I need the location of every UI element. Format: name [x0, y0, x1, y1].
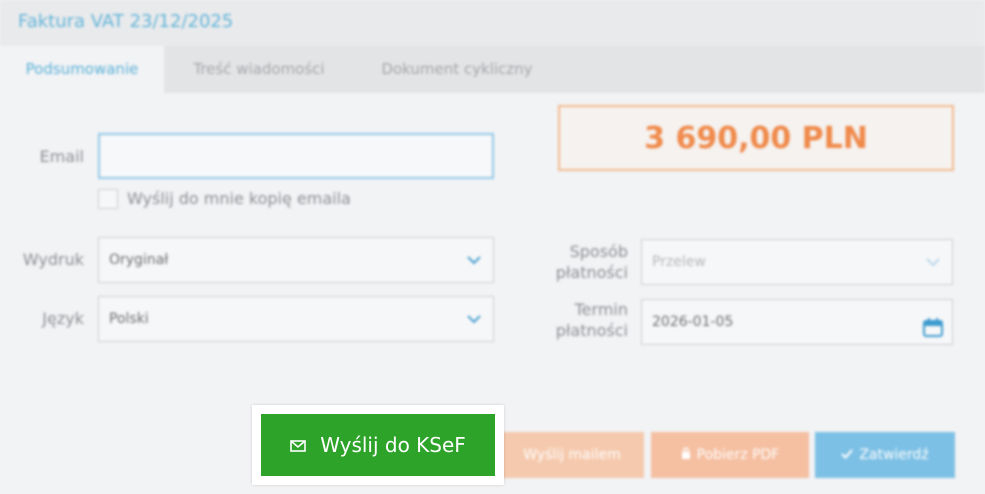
copy-email-checkbox[interactable] [98, 189, 118, 209]
dialog-title: Faktura VAT 23/12/2025 [18, 11, 234, 32]
copy-email-label: Wyślij do mnie kopię emaila [127, 189, 351, 208]
tab-tresc-wiadomosci[interactable]: Treść wiadomości [164, 46, 354, 93]
send-email-button[interactable]: Wyślij mailem [500, 432, 644, 478]
payment-method-label: Sposób płatności [520, 241, 628, 283]
payment-method-value: Przelew [652, 254, 706, 270]
calendar-icon[interactable] [922, 312, 944, 337]
confirm-button[interactable]: Zatwierdź [815, 432, 955, 478]
download-pdf-label: Pobierz PDF [696, 447, 780, 463]
email-label: Email [39, 147, 84, 166]
email-field[interactable] [98, 133, 494, 179]
chevron-down-icon [924, 240, 942, 284]
checkmark-icon [841, 447, 854, 463]
payment-due-label: Termin płatności [520, 299, 628, 341]
payment-method-label-line2: płatności [555, 263, 628, 282]
payment-due-field[interactable]: 2026-01-05 [641, 299, 953, 345]
jezyk-label: Język [42, 309, 84, 328]
payment-method-label-line1: Sposób [569, 242, 628, 261]
title-bar: Faktura VAT 23/12/2025 [0, 0, 985, 46]
jezyk-value: Polski [109, 311, 149, 327]
chevron-down-icon [465, 238, 483, 282]
wydruk-label: Wydruk [22, 250, 84, 269]
tab-dokument-cykliczny[interactable]: Dokument cykliczny [354, 46, 560, 93]
download-pdf-button[interactable]: Pobierz PDF [651, 432, 809, 478]
wydruk-value: Oryginał [109, 252, 169, 268]
confirm-label: Zatwierdź [859, 447, 929, 463]
chevron-down-icon [465, 297, 483, 341]
jezyk-select[interactable]: Polski [98, 296, 494, 342]
total-amount: 3 690,00 PLN [558, 105, 954, 171]
ksef-highlight: Wyślij do KSeF [252, 405, 504, 485]
payment-due-label-line1: Termin [574, 300, 628, 319]
tab-bar: Podsumowanie Treść wiadomości Dokument c… [0, 46, 985, 93]
payment-due-label-line2: płatności [555, 321, 628, 340]
payment-due-value: 2026-01-05 [652, 314, 734, 330]
tab-podsumowanie[interactable]: Podsumowanie [0, 46, 164, 93]
send-to-ksef-button[interactable]: Wyślij do KSeF [261, 414, 495, 476]
send-email-label: Wyślij mailem [523, 447, 621, 463]
envelope-icon [290, 433, 306, 457]
payment-method-select[interactable]: Przelew [641, 239, 953, 285]
wydruk-select[interactable]: Oryginał [98, 237, 494, 283]
send-to-ksef-label: Wyślij do KSeF [320, 433, 466, 457]
lock-icon [681, 447, 691, 463]
